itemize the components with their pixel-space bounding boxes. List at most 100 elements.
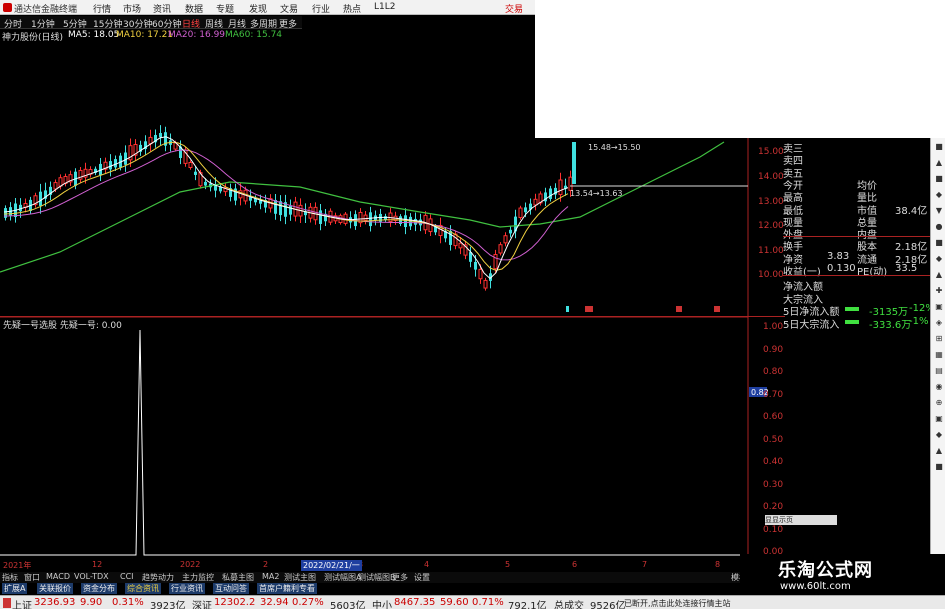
trade-link[interactable]: 交易	[505, 2, 523, 15]
total-turnover-value: 9526亿	[590, 601, 626, 609]
candle	[39, 191, 42, 206]
indicator-tab[interactable]: 更多	[392, 572, 408, 583]
indicator-tab[interactable]: MA2	[262, 572, 279, 581]
menu-item-discover[interactable]: 发现	[249, 2, 267, 15]
toolbar-icon[interactable]: ▼	[934, 206, 944, 215]
bottom-tab[interactable]: 行业资讯	[169, 583, 205, 594]
menu-item-industry[interactable]: 行业	[312, 2, 330, 15]
toolbar-icon[interactable]: ■	[934, 238, 944, 247]
candlestick-chart[interactable]: 15.48→15.50 13.54→13.63	[0, 42, 750, 318]
indicator-tab[interactable]: 主力监控	[182, 572, 214, 583]
period-multi[interactable]: 多周期	[250, 17, 277, 30]
menu-item-quotes[interactable]: 行情	[93, 2, 111, 15]
candle	[148, 136, 153, 145]
toolbar-icon[interactable]: ▣	[934, 414, 944, 423]
period-daily[interactable]: 日线	[182, 17, 200, 30]
bottom-tab[interactable]: 互动问答	[213, 583, 249, 594]
sh-index-label[interactable]: 上证	[12, 597, 32, 609]
indicator-tab[interactable]: 趋势动力	[142, 572, 174, 583]
quote-row: 卖三	[783, 140, 930, 155]
toolbar-icon[interactable]: ◉	[934, 382, 944, 391]
sz-index-label[interactable]: 深证	[192, 597, 212, 609]
indicator-tab[interactable]: 私募主图	[222, 572, 254, 583]
toolbar-icon[interactable]: ■	[934, 174, 944, 183]
indicator-chart[interactable]: 0.82	[0, 316, 785, 556]
ma20-value: MA20: 16.99	[168, 30, 226, 40]
toolbar-icon[interactable]: ⊕	[934, 398, 944, 407]
panel-buttons[interactable]: 显显示页	[765, 515, 837, 525]
flow-pct: -1%	[909, 315, 929, 327]
candle	[319, 210, 322, 224]
indicator-tab[interactable]: 测试主图	[284, 572, 316, 583]
period-5min[interactable]: 5分钟	[63, 17, 87, 30]
menu-item-topics[interactable]: 专题	[216, 2, 234, 15]
menu-item-articles[interactable]: 文易	[280, 2, 298, 15]
period-monthly[interactable]: 月线	[228, 17, 246, 30]
candle	[474, 261, 477, 270]
indicator-tab[interactable]: 指标	[2, 572, 18, 583]
indicator-tick: 0.70	[763, 389, 784, 400]
bottom-tab[interactable]: 综合资讯	[125, 583, 161, 594]
indicator-tab[interactable]: VOL-TDX	[74, 572, 109, 581]
indicator-tab[interactable]: CCI	[120, 572, 134, 581]
toolbar-icon[interactable]: ✚	[934, 286, 944, 295]
indicator-tabs: 指标 窗口 MACD VOL-TDX CCI 趋势动力 主力监控 私募主图 MA2 测试主图 测试幅…	[0, 572, 740, 583]
price-tick: 11.00	[758, 246, 784, 256]
period-more[interactable]: 更多	[279, 17, 297, 30]
indicator-tick: 0.40	[763, 457, 784, 467]
bottom-tab[interactable]: 资金分布	[81, 583, 117, 594]
indicator-tab[interactable]: 窗口	[24, 572, 40, 583]
toolbar-icon[interactable]: ▤	[934, 366, 944, 375]
candle	[369, 212, 372, 227]
toolbar-icon[interactable]: ◈	[934, 318, 944, 327]
toolbar-icon[interactable]: ▲	[934, 270, 944, 279]
indicator-tab[interactable]: 测试幅图B	[358, 572, 396, 583]
indicator-tab[interactable]: 设置	[414, 572, 430, 583]
period-60min[interactable]: 60分钟	[152, 17, 181, 30]
divider	[783, 236, 930, 237]
menu-item-l1l2[interactable]: L1L2	[374, 2, 395, 12]
sh-index-pct: 0.31%	[112, 597, 144, 608]
candle	[518, 207, 523, 219]
candle	[58, 177, 63, 187]
app-logo-icon	[3, 3, 12, 12]
toolbar-icon[interactable]: ◆	[934, 430, 944, 439]
toolbar-icon[interactable]: ■	[934, 142, 944, 151]
period-30min[interactable]: 30分钟	[123, 17, 152, 30]
toolbar-icon[interactable]: ◆	[934, 190, 944, 199]
bottom-tab[interactable]: 扩展A	[2, 583, 28, 594]
period-15min[interactable]: 15分钟	[93, 17, 122, 30]
bottom-tab[interactable]: 关联报价	[37, 583, 73, 594]
period-intraday[interactable]: 分时	[4, 17, 22, 30]
toolbar-icon[interactable]: ■	[934, 462, 944, 471]
menu-item-news[interactable]: 资讯	[153, 2, 171, 15]
ma60-value: MA60: 15.74	[225, 30, 283, 40]
connection-status[interactable]: 已断开,点击此处连接行情主站	[624, 598, 731, 609]
period-1min[interactable]: 1分钟	[31, 17, 55, 30]
menu-item-data[interactable]: 数据	[185, 2, 203, 15]
indicator-tab[interactable]: 测试幅图A	[324, 572, 361, 583]
toolbar-icon[interactable]: ●	[934, 222, 944, 231]
toolbar-icon[interactable]: ▦	[934, 350, 944, 359]
toolbar-icon[interactable]: ◆	[934, 254, 944, 263]
toolbar-icon[interactable]: ▣	[934, 302, 944, 311]
toolbar-icon[interactable]: ⊞	[934, 334, 944, 343]
bottom-tabs: 扩展A 关联报价 资金分布 综合资讯 行业资讯 互动问答 首席户籍利专看	[0, 583, 450, 594]
toolbar-icon[interactable]: ▲	[934, 158, 944, 167]
trading-app-window: { "menu":{"app_name":"通达信金融终端","items":[…	[0, 0, 945, 609]
right-toolbar: ■ ▲ ■ ◆ ▼ ● ■ ◆ ▲ ✚ ▣ ◈ ⊞ ▦ ▤ ◉ ⊕ ▣ ◆ ▲ …	[930, 138, 945, 588]
menu-item-market[interactable]: 市场	[123, 2, 141, 15]
candle	[478, 268, 483, 280]
zx-index-label[interactable]: 中小	[372, 597, 392, 609]
menu-item-hot[interactable]: 热点	[343, 2, 361, 15]
quote-value: 3.83	[827, 250, 850, 262]
toolbar-icon[interactable]: ▲	[934, 446, 944, 455]
zx-index-amount: 792.1亿	[508, 601, 547, 609]
bottom-tab[interactable]: 首席户籍利专看	[257, 583, 317, 594]
period-weekly[interactable]: 周线	[205, 17, 223, 30]
indicator-tab[interactable]: MACD	[46, 572, 70, 581]
quote-value: 33.5	[895, 263, 918, 274]
candle	[503, 235, 508, 244]
candle	[509, 229, 512, 234]
zx-index-pct: 0.71%	[472, 597, 504, 608]
